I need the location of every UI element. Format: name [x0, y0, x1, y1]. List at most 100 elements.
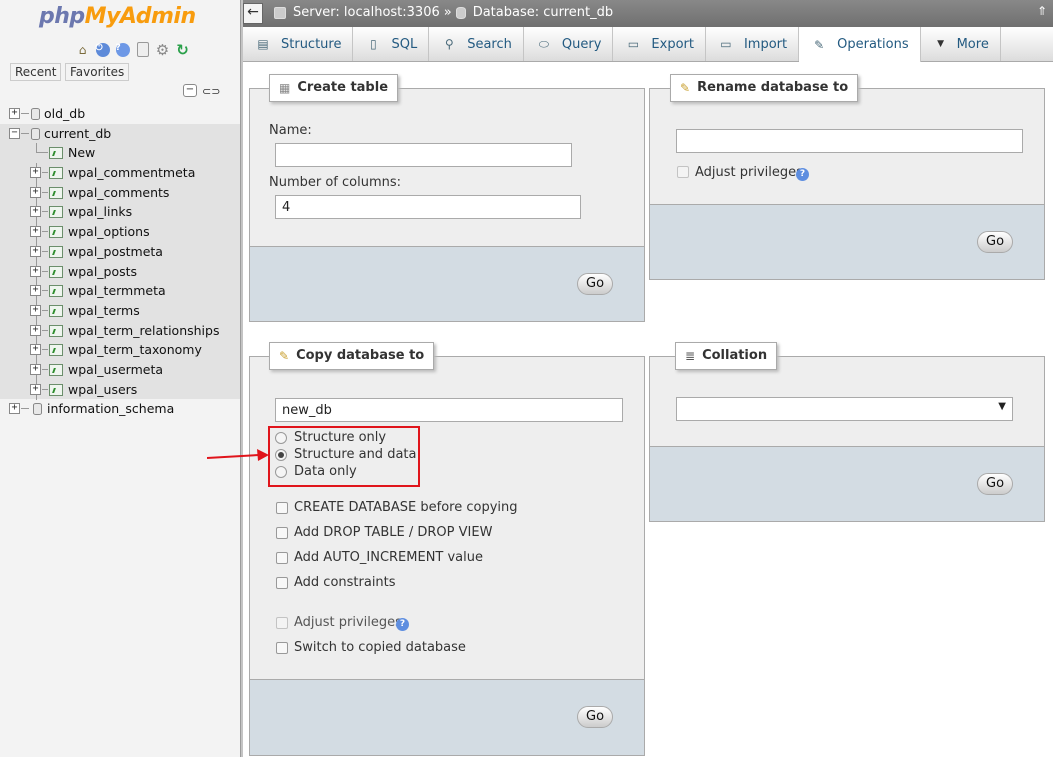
- tree-table-label[interactable]: wpal_commentmeta: [68, 163, 195, 182]
- tree-table-label[interactable]: wpal_terms: [68, 301, 140, 320]
- expand-icon[interactable]: +: [30, 324, 41, 336]
- tree-table-item[interactable]: + wpal_users: [0, 379, 240, 400]
- breadcrumb-server[interactable]: Server: localhost:3306: [293, 5, 440, 20]
- expand-icon[interactable]: +: [30, 245, 41, 257]
- tree-new-label[interactable]: New: [68, 143, 95, 162]
- create-table-go-button[interactable]: Go: [577, 273, 614, 295]
- collapse-all-icon[interactable]: −: [183, 84, 197, 97]
- tab-more[interactable]: ▼ More: [921, 27, 1001, 61]
- tree-table-item[interactable]: + wpal_options: [0, 222, 240, 243]
- tree-table-item[interactable]: + wpal_term_relationships: [0, 320, 240, 341]
- recent-button[interactable]: Recent: [10, 63, 62, 81]
- tab-label: Query: [561, 36, 602, 52]
- table-name-input[interactable]: [275, 143, 572, 167]
- tab-structure[interactable]: ▤ Structure: [243, 27, 354, 61]
- tab-query[interactable]: ⬭ Query: [524, 27, 614, 61]
- table-icon: [49, 285, 63, 298]
- expand-icon[interactable]: +: [30, 383, 41, 395]
- copy-adjust-privileges-checkbox[interactable]: [276, 617, 288, 629]
- tree-db-label[interactable]: old_db: [44, 104, 85, 123]
- expand-icon[interactable]: +: [30, 344, 41, 356]
- collation-panel: Go ▼: [649, 356, 1045, 522]
- expand-icon[interactable]: +: [30, 304, 41, 316]
- tree-table-label[interactable]: wpal_termmeta: [68, 281, 166, 300]
- tree-table-label[interactable]: wpal_term_relationships: [68, 321, 219, 340]
- tree-table-item[interactable]: + wpal_usermeta: [0, 359, 240, 380]
- tree-table-label[interactable]: wpal_posts: [68, 262, 137, 281]
- add-drop-table-checkbox[interactable]: [276, 527, 288, 539]
- rename-db-input[interactable]: [676, 129, 1023, 153]
- tree-table-item[interactable]: + wpal_links: [0, 202, 240, 223]
- table-icon: [49, 363, 63, 376]
- tree-table-item[interactable]: + wpal_commentmeta: [0, 163, 240, 184]
- tree-table-item[interactable]: + wpal_posts: [0, 261, 240, 282]
- phpmyadmin-logo[interactable]: phpMyAdmin: [39, 4, 196, 29]
- sidebar-resizer[interactable]: [240, 0, 243, 757]
- tree-new-table[interactable]: New: [0, 143, 240, 164]
- collation-select[interactable]: ▼: [676, 397, 1013, 421]
- tree-table-item[interactable]: + wpal_term_taxonomy: [0, 340, 240, 361]
- tree-table-label[interactable]: wpal_links: [68, 202, 132, 221]
- create-table-panel: Go Name: Number of columns:: [249, 88, 645, 322]
- tree-db-label[interactable]: current_db: [44, 124, 111, 143]
- create-database-label: CREATE DATABASE before copying: [294, 500, 518, 515]
- rename-db-legend: ✎ Rename database to: [670, 74, 859, 102]
- table-icon: [49, 206, 63, 219]
- favorites-button[interactable]: Favorites: [65, 63, 130, 81]
- expand-icon[interactable]: +: [30, 167, 41, 179]
- expand-icon[interactable]: +: [9, 403, 20, 415]
- tree-table-label[interactable]: wpal_postmeta: [68, 242, 163, 261]
- help-icon[interactable]: ?: [115, 42, 130, 57]
- tab-operations[interactable]: ✎ Operations: [799, 27, 921, 62]
- expand-icon[interactable]: +: [30, 285, 41, 297]
- scroll-top-icon[interactable]: ⇑: [1037, 4, 1047, 18]
- expand-icon[interactable]: +: [30, 226, 41, 238]
- tab-sql[interactable]: ▯ SQL: [353, 27, 430, 61]
- collapse-navigation-button[interactable]: ←: [243, 3, 263, 24]
- expand-icon[interactable]: +: [9, 108, 20, 119]
- link-with-main-icon[interactable]: ⊂⊃: [202, 85, 220, 98]
- rename-adjust-privileges-checkbox[interactable]: [677, 166, 689, 178]
- tab-import[interactable]: ▭ Import: [706, 27, 800, 61]
- table-icon: [49, 344, 63, 357]
- help-icon[interactable]: ?: [396, 618, 409, 631]
- home-icon[interactable]: ⌂: [74, 41, 91, 58]
- collapse-icon[interactable]: −: [9, 127, 20, 139]
- switch-to-copied-checkbox[interactable]: [276, 642, 288, 654]
- tree-table-label[interactable]: wpal_comments: [68, 183, 169, 202]
- collation-go-button[interactable]: Go: [977, 473, 1014, 495]
- breadcrumb-database[interactable]: Database: current_db: [473, 5, 613, 20]
- copy-db-go-button[interactable]: Go: [577, 706, 614, 728]
- tree-table-label[interactable]: wpal_users: [68, 380, 137, 399]
- tree-db-information-schema[interactable]: + information_schema: [0, 399, 240, 419]
- tree-table-label[interactable]: wpal_options: [68, 222, 150, 241]
- tree-table-item[interactable]: + wpal_postmeta: [0, 241, 240, 262]
- tree-db-label[interactable]: information_schema: [47, 399, 174, 418]
- tree-table-item[interactable]: + wpal_termmeta: [0, 281, 240, 302]
- table-icon: [49, 245, 63, 258]
- tree-table-label[interactable]: wpal_usermeta: [68, 360, 163, 379]
- add-constraints-checkbox[interactable]: [276, 577, 288, 589]
- tree-table-item[interactable]: + wpal_terms: [0, 300, 240, 321]
- expand-icon[interactable]: +: [30, 206, 41, 218]
- create-database-checkbox[interactable]: [276, 502, 288, 514]
- tree-db-old-db[interactable]: + old_db: [0, 104, 240, 124]
- gear-icon[interactable]: ⚙: [154, 41, 171, 59]
- documentation-icon[interactable]: [136, 42, 149, 57]
- tree-table-label[interactable]: wpal_term_taxonomy: [68, 340, 202, 359]
- rename-db-go-button[interactable]: Go: [977, 231, 1014, 253]
- help-icon[interactable]: ?: [796, 168, 809, 181]
- expand-icon[interactable]: +: [30, 186, 41, 198]
- table-icon: [49, 226, 63, 239]
- logout-icon[interactable]: ⏻: [95, 42, 110, 57]
- add-auto-increment-checkbox[interactable]: [276, 552, 288, 564]
- tree-table-item[interactable]: + wpal_comments: [0, 182, 240, 203]
- expand-icon[interactable]: +: [30, 265, 41, 277]
- tab-search[interactable]: ⚲ Search: [429, 27, 524, 61]
- copy-db-name-input[interactable]: [275, 398, 623, 422]
- expand-icon[interactable]: +: [30, 363, 41, 375]
- tab-export[interactable]: ▭ Export: [613, 27, 706, 61]
- tree-db-current-db[interactable]: − current_db: [0, 123, 240, 144]
- reload-icon[interactable]: ↻: [174, 41, 191, 59]
- num-columns-input[interactable]: [275, 195, 581, 219]
